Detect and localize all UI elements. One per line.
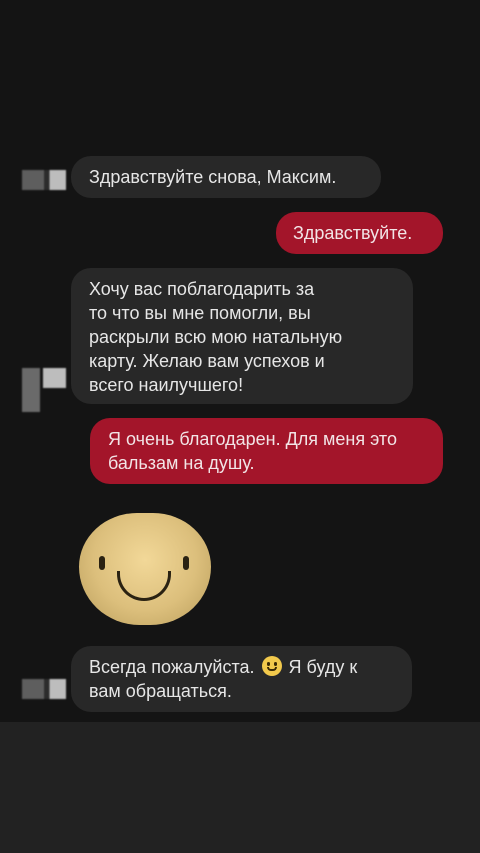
- sender-avatar: [22, 679, 66, 699]
- message-text: Здравствуйте снова, Максим.: [89, 167, 337, 187]
- message-outgoing[interactable]: Я очень благодарен. Для меня это бальзам…: [90, 418, 443, 484]
- sticker-mouth: [117, 571, 171, 601]
- chat-area: Здравствуйте снова, Максим. Здравствуйте…: [0, 0, 480, 722]
- message-text-line: Я очень благодарен. Для меня это: [108, 429, 397, 449]
- bottom-panel: [0, 722, 480, 853]
- message-text-line: карту. Желаю вам успехов и: [89, 351, 325, 371]
- slightly-smiling-face-icon: [261, 656, 282, 676]
- sender-avatar: [22, 368, 66, 412]
- message-text-line: всего наилучшего!: [89, 375, 244, 395]
- sender-avatar: [22, 170, 66, 190]
- message-text-line: раскрыли всю мою натальную: [89, 327, 343, 347]
- message-incoming[interactable]: Хочу вас поблагодарить за то что вы мне …: [71, 268, 413, 404]
- message-outgoing[interactable]: Здравствуйте.: [276, 212, 443, 254]
- message-text: Здравствуйте.: [293, 223, 413, 243]
- message-incoming[interactable]: Всегда пожалуйста. Я буду к вам обращать…: [71, 646, 412, 712]
- message-text-line: Хочу вас поблагодарить за: [89, 279, 315, 299]
- message-text: Всегда пожалуйста.: [89, 657, 255, 677]
- sticker-right-eye: [183, 556, 189, 570]
- sticker-left-eye: [99, 556, 105, 570]
- message-text-line: бальзам на душу.: [108, 453, 255, 473]
- message-text-line: вам обращаться.: [89, 681, 232, 701]
- smiley-sticker[interactable]: [79, 513, 211, 625]
- message-incoming[interactable]: Здравствуйте снова, Максим.: [71, 156, 381, 198]
- message-text-line: то что вы мне помогли, вы: [89, 303, 311, 323]
- message-text: Я буду к: [288, 657, 358, 677]
